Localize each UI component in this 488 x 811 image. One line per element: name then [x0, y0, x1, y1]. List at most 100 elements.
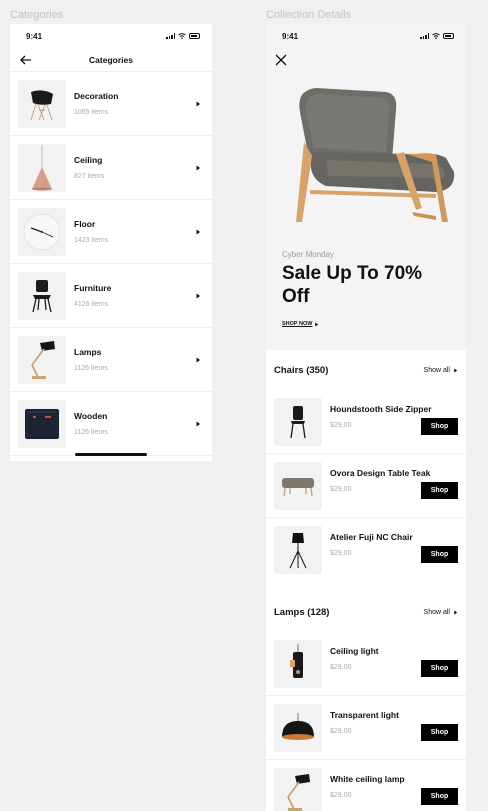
category-thumbnail [18, 399, 66, 448]
shop-button[interactable]: Shop [421, 481, 458, 499]
category-thumbnail [18, 335, 66, 384]
section-title: Lamps (128) [274, 606, 330, 618]
category-name: Ceiling [74, 155, 103, 165]
dome-pendant-icon [282, 712, 314, 740]
side-chair-icon [290, 405, 306, 438]
product-name: White ceiling lamp [330, 774, 405, 784]
collection-details-screen: 9:41 Cyber Monday Sale Up To 70% Off SHO… [266, 24, 466, 811]
wifi-icon [432, 33, 440, 39]
category-thumbnail [18, 143, 66, 192]
product-row[interactable]: Ceiling light $29,00 Shop [266, 632, 466, 696]
promo-banner: 9:41 Cyber Monday Sale Up To 70% Off SHO… [266, 24, 466, 350]
shop-button[interactable]: Shop [421, 417, 458, 435]
category-list: Decoration 1065 items Ceiling 827 items [10, 72, 212, 456]
category-item[interactable]: Wooden 1126 items [10, 392, 212, 456]
product-row[interactable]: White ceiling lamp $29,00 Shop [266, 760, 466, 811]
nav-bar: Categories [10, 48, 212, 72]
shop-button[interactable]: Shop [421, 659, 458, 677]
product-thumbnail [274, 526, 322, 574]
chairs-section: Chairs (350) Show all Houndstooth Side Z… [266, 350, 466, 582]
battery-icon [189, 33, 200, 39]
category-count: 4126 items [74, 301, 109, 308]
product-thumbnail [274, 768, 322, 811]
show-all-link[interactable]: Show all [424, 609, 458, 616]
lamps-section: Lamps (128) Show all Ceiling light $29,0… [266, 592, 466, 811]
ottoman-icon [282, 477, 314, 496]
category-thumbnail [18, 207, 66, 256]
shop-button[interactable]: Shop [421, 723, 458, 741]
black-chair-icon [32, 279, 52, 312]
category-item[interactable]: Ceiling 827 items [10, 136, 212, 200]
status-bar: 9:41 [10, 24, 212, 48]
category-count: 827 items [74, 173, 105, 180]
product-row[interactable]: Houndstooth Side Zipper $29,00 Shop [266, 390, 466, 454]
status-bar: 9:41 [266, 24, 466, 48]
promo-eyebrow: Cyber Monday [282, 250, 335, 259]
category-name: Floor [74, 219, 96, 229]
wall-clock-icon [23, 213, 61, 250]
category-thumbnail [18, 79, 66, 128]
chevron-right-icon [196, 293, 200, 298]
close-icon[interactable] [275, 54, 287, 66]
eames-chair-icon [30, 89, 53, 120]
product-name: Transparent light [330, 709, 399, 720]
category-count: 1065 items [74, 109, 109, 116]
promo-headline: Sale Up To 70% Off [282, 263, 423, 307]
product-thumbnail [274, 461, 322, 510]
category-name: Lamps [74, 347, 102, 357]
home-indicator [75, 453, 147, 456]
status-time: 9:41 [26, 31, 43, 41]
shop-now-label: SHOP NOW [282, 321, 313, 327]
product-name: Houndstooth Side Zipper [330, 403, 432, 414]
category-item[interactable]: Furniture 4126 items [10, 264, 212, 328]
chevron-right-icon [315, 321, 319, 327]
product-name: Atelier Fuji NC Chair [330, 532, 413, 542]
desk-lamp-icon [287, 774, 310, 811]
product-name: Ceiling light [330, 645, 379, 656]
section-header: Chairs (350) Show all [266, 350, 466, 390]
show-all-label: Show all [423, 608, 450, 616]
category-thumbnail [18, 271, 66, 320]
status-time: 9:41 [282, 31, 299, 41]
wifi-icon [178, 33, 186, 39]
product-name: Ovora Design Table Teak [330, 467, 431, 478]
show-all-label: Show all [423, 366, 450, 374]
ceiling-light-icon [290, 643, 303, 678]
category-item[interactable]: Decoration 1065 items [10, 72, 212, 136]
back-arrow-icon[interactable] [19, 53, 33, 67]
frame-label-categories: Categories [10, 9, 64, 21]
armchair-image [296, 88, 455, 222]
navy-bag-icon [25, 408, 59, 439]
chevron-right-icon [196, 101, 200, 106]
categories-screen: 9:41 Categories Decoration 1065 items Ce… [10, 24, 212, 461]
product-row[interactable]: Transparent light $29,00 Shop [266, 696, 466, 760]
show-all-link[interactable]: Show all [424, 367, 458, 374]
section-header: Lamps (128) Show all [266, 592, 466, 632]
chevron-right-icon [196, 357, 200, 362]
shop-button[interactable]: Shop [421, 788, 458, 805]
product-row[interactable]: Ovora Design Table Teak $29,00 Shop [266, 454, 466, 518]
chevron-right-icon [196, 165, 200, 170]
category-count: 1126 items [74, 365, 108, 372]
signal-icon [166, 33, 175, 39]
signal-icon [420, 33, 429, 39]
category-item[interactable]: Lamps 1126 items [10, 328, 212, 392]
floor-lamp-icon [289, 533, 307, 569]
category-name: Furniture [74, 283, 112, 293]
category-count: 1423 items [74, 237, 109, 244]
battery-icon [443, 33, 454, 39]
shop-button[interactable]: Shop [421, 546, 458, 563]
chevron-right-icon [454, 609, 458, 615]
section-title: Chairs (350) [274, 364, 329, 376]
desk-lamp-icon [31, 340, 55, 379]
product-row[interactable]: Atelier Fuji NC Chair $29,00 Shop [266, 518, 466, 582]
category-count: 1126 items [74, 429, 108, 436]
product-thumbnail [274, 703, 322, 752]
chevron-right-icon [196, 421, 200, 426]
category-item[interactable]: Floor 1423 items [10, 200, 212, 264]
frame-label-collection: Collection Details [266, 9, 351, 21]
product-thumbnail [274, 639, 322, 688]
category-name: Wooden [74, 411, 108, 421]
shop-now-link[interactable]: SHOP NOW [282, 321, 319, 327]
